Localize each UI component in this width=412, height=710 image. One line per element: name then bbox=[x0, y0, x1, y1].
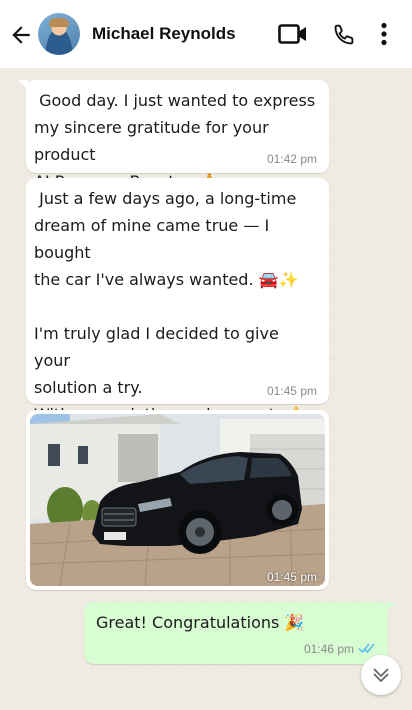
incoming-image-message[interactable]: 01:45 pm bbox=[26, 410, 329, 590]
car-photo[interactable] bbox=[30, 414, 325, 586]
bubble-tail bbox=[386, 602, 396, 612]
message-time: 01:46 pm bbox=[303, 642, 354, 656]
message-time: 01:45 pm bbox=[266, 570, 317, 584]
contact-name[interactable]: Michael Reynolds bbox=[92, 24, 236, 44]
read-receipt-icon bbox=[358, 643, 375, 654]
message-time: 01:45 pm bbox=[266, 384, 317, 398]
message-text: Great! Congratulations 🎉 bbox=[96, 613, 305, 632]
phone-call-icon[interactable] bbox=[332, 22, 357, 47]
bubble-tail bbox=[18, 80, 28, 90]
chat-header: Michael Reynolds bbox=[0, 0, 412, 68]
car-photo-illustration bbox=[30, 414, 325, 586]
avatar[interactable] bbox=[38, 13, 80, 55]
scroll-to-bottom-button[interactable] bbox=[361, 655, 401, 695]
double-chevron-down-icon bbox=[373, 668, 389, 683]
incoming-message[interactable]: Just a few days ago, a long-time dream o… bbox=[26, 178, 329, 451]
back-arrow-icon[interactable] bbox=[8, 22, 34, 48]
more-options-icon[interactable] bbox=[380, 22, 388, 46]
incoming-message[interactable]: Good day. I just wanted to express my si… bbox=[18, 80, 329, 191]
video-call-icon[interactable] bbox=[278, 22, 308, 46]
outgoing-message[interactable]: Great! Congratulations 🎉 01:46 pm bbox=[84, 602, 396, 664]
message-time: 01:42 pm bbox=[266, 152, 317, 166]
